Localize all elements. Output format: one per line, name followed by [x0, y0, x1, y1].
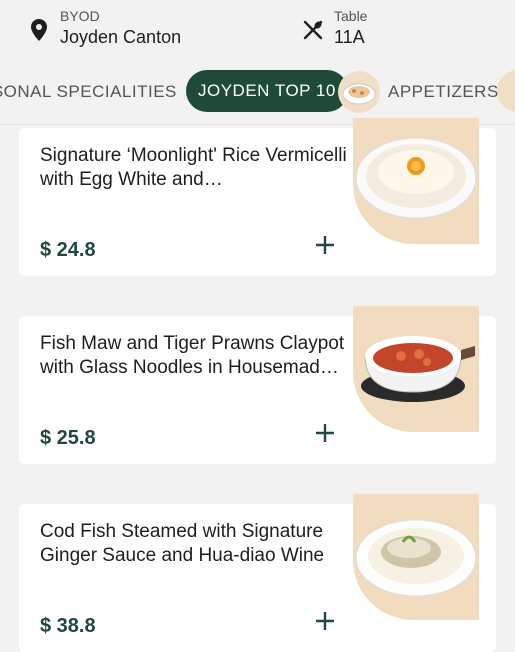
tab-joyden-top-10[interactable]: JOYDEN TOP 10: [186, 70, 348, 112]
menu-item-price: $ 24.8: [40, 239, 96, 261]
tab-label: APPETIZERS: [388, 82, 499, 101]
add-to-cart-button[interactable]: [311, 607, 339, 635]
utensils-icon: [302, 8, 324, 52]
location-name: Joyden Canton: [60, 27, 182, 47]
tab-appetizers[interactable]: APPETIZERS: [338, 70, 499, 114]
plus-icon: [316, 236, 334, 254]
location-selector[interactable]: BYOD Joyden Canton: [28, 8, 181, 52]
menu-item-name: Cod Fish Steamed with Signature Ginger S…: [40, 521, 325, 566]
menu-item-image: [353, 306, 479, 432]
table-label: Table: [334, 8, 368, 24]
menu-item-image: [353, 494, 479, 620]
tab-seasonal-specialities[interactable]: ASONAL SPECIALITIES: [0, 70, 177, 114]
add-to-cart-button[interactable]: [311, 231, 339, 259]
header: BYOD Joyden Canton Table 11A: [0, 0, 515, 60]
category-tabs: ASONAL SPECIALITIES JOYDEN TOP 10 APPETI…: [0, 60, 515, 125]
plus-icon: [316, 612, 334, 630]
menu-item-price: $ 38.8: [40, 615, 96, 637]
menu-item-price: $ 25.8: [40, 427, 96, 449]
menu-item-name: Signature ‘Moonlight' Rice Vermicelli wi…: [40, 145, 347, 190]
tab-label: JOYDEN TOP 10: [198, 81, 336, 100]
next-category-thumbnail[interactable]: [497, 70, 515, 112]
location-pin-icon: [28, 8, 50, 52]
add-to-cart-button[interactable]: [311, 419, 339, 447]
table-info: Table 11A: [302, 8, 367, 52]
tab-label: ASONAL SPECIALITIES: [0, 82, 177, 101]
table-number: 11A: [334, 27, 365, 47]
menu-item-name: Fish Maw and Tiger Prawns Claypot with G…: [40, 333, 345, 378]
appetizers-thumbnail: [338, 71, 380, 113]
location-label: BYOD: [60, 8, 100, 24]
plus-icon: [316, 424, 334, 442]
menu-item-image: [353, 118, 479, 244]
